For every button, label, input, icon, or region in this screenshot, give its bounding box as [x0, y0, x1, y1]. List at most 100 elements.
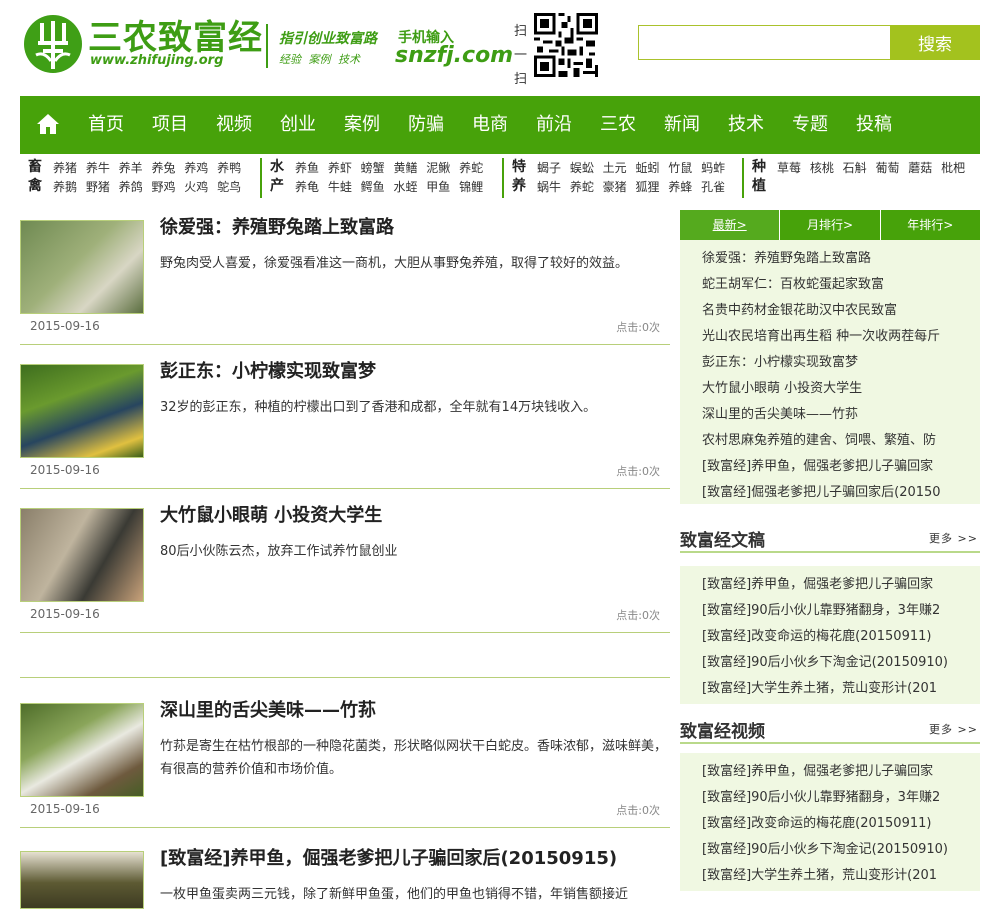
list-item-label[interactable]: [致富经]养甲鱼，倔强老爹把儿子骗回家	[702, 577, 933, 592]
list-item-label[interactable]: [致富经]倔强老爹把儿子骗回家后(20150	[702, 485, 941, 500]
list-item-label[interactable]: [致富经]90后小伙儿靠野猪翻身，3年赚2	[702, 790, 940, 805]
search-button[interactable]: 搜索	[890, 25, 980, 60]
list-item[interactable]: 名贵中药材金银花助汉中农民致富	[702, 299, 964, 318]
nav-item-news[interactable]: 新闻	[664, 113, 700, 137]
nav-item-anti-fraud[interactable]: 防骗	[408, 113, 444, 137]
nav-item-tech[interactable]: 技术	[728, 113, 764, 137]
category-links[interactable]: 养龟 牛蛙 鳄鱼 水蛭 甲鱼 锦鲤	[295, 178, 483, 196]
list-item[interactable]: [致富经]90后小伙乡下淘金记(20150910)	[702, 651, 964, 670]
list-item[interactable]: 农村思麻兔养殖的建舍、饲喂、繁殖、防	[702, 429, 964, 448]
divider	[20, 488, 670, 489]
category-livestock: 畜禽 养猪 养牛 养羊 养兔 养鸡 养鸭 养鹅 野猪 养鸽 野鸡 火鸡 鸵鸟	[20, 158, 260, 198]
list-item[interactable]: 大竹鼠小眼萌 小投资大学生	[702, 377, 964, 396]
more-link-articles[interactable]: 更多 >>	[929, 530, 978, 546]
article-summary: 80后小伙陈云杰，放弃工作试养竹鼠创业	[160, 544, 398, 559]
tab-monthly-rank[interactable]: 月排行>	[779, 210, 880, 240]
nav-item-topics[interactable]: 专题	[792, 113, 828, 137]
article-title[interactable]: 徐爱强：养殖野兔踏上致富路	[160, 213, 394, 239]
more-link-videos[interactable]: 更多 >>	[929, 721, 978, 737]
list-item-label[interactable]: [致富经]养甲鱼，倔强老爹把儿子骗回家	[702, 764, 933, 779]
list-item[interactable]: [致富经]养甲鱼，倔强老爹把儿子骗回家	[702, 573, 964, 592]
category-links[interactable]: 养鹅 野猪 养鸽 野鸡 火鸡 鸵鸟	[53, 178, 241, 196]
article-thumbnail[interactable]	[20, 220, 144, 314]
article-thumbnail[interactable]	[20, 364, 144, 458]
article-summary: 32岁的彭正东，种植的柠檬出口到了香港和成都，全年就有14万块钱收入。	[160, 400, 597, 415]
tab-latest[interactable]: 最新>	[680, 210, 780, 240]
nav-item-home[interactable]: 首页	[88, 113, 124, 137]
nav-item-startup[interactable]: 创业	[280, 113, 316, 137]
list-item[interactable]: [致富经]养甲鱼，倔强老爹把儿子骗回家	[702, 760, 964, 779]
nav-item-submit[interactable]: 投稿	[856, 113, 892, 137]
list-item[interactable]: [致富经]改变命运的梅花鹿(20150911)	[702, 625, 964, 644]
qr-code-icon	[534, 13, 598, 77]
tab-yearly-rank[interactable]: 年排行>	[879, 210, 980, 240]
category-title: 特养	[512, 159, 526, 194]
list-item[interactable]: [致富经]倔强老爹把儿子骗回家后(20150	[702, 481, 964, 500]
mobile-domain[interactable]: snzfj.com	[395, 43, 513, 68]
list-item[interactable]: [致富经]90后小伙儿靠野猪翻身，3年赚2	[702, 786, 964, 805]
category-links[interactable]: 养猪 养牛 养羊 养兔 养鸡 养鸭	[53, 159, 241, 177]
list-item[interactable]: [致富经]90后小伙儿靠野猪翻身，3年赚2	[702, 599, 964, 618]
list-item-label[interactable]: 大竹鼠小眼萌 小投资大学生	[702, 381, 862, 396]
list-item-label[interactable]: 光山农民培育出再生稻 种一次收两茬每斤	[702, 329, 940, 344]
article-title[interactable]: [致富经]养甲鱼，倔强老爹把儿子骗回家后(20150915)	[160, 844, 617, 870]
nav-item-ecommerce[interactable]: 电商	[472, 113, 508, 137]
article-thumbnail[interactable]	[20, 851, 144, 909]
article-thumbnail[interactable]	[20, 508, 144, 602]
site-url: www.zhifujing.org	[90, 53, 224, 68]
list-item-label[interactable]: [致富经]大学生养土猪，荒山变形计(201	[702, 868, 937, 883]
article-thumbnail[interactable]	[20, 703, 144, 797]
videos-list-panel: [致富经]养甲鱼，倔强老爹把儿子骗回家 [致富经]90后小伙儿靠野猪翻身，3年赚…	[680, 753, 980, 891]
article-date: 2015-09-16	[30, 319, 100, 333]
list-item-label[interactable]: [致富经]大学生养土猪，荒山变形计(201	[702, 681, 937, 696]
article-date: 2015-09-16	[30, 607, 100, 621]
slogan-tags: 经验 案例 技术	[279, 53, 360, 66]
list-item-label[interactable]: [致富经]90后小伙儿靠野猪翻身，3年赚2	[702, 603, 940, 618]
article-title[interactable]: 大竹鼠小眼萌 小投资大学生	[160, 501, 382, 527]
list-item[interactable]: 彭正东：小柠檬实现致富梦	[702, 351, 964, 370]
list-item[interactable]: [致富经]大学生养土猪，荒山变形计(201	[702, 864, 964, 883]
list-item-label[interactable]: 彭正东：小柠檬实现致富梦	[702, 355, 858, 370]
list-item[interactable]: [致富经]90后小伙乡下淘金记(20150910)	[702, 838, 964, 857]
list-item-label[interactable]: [致富经]90后小伙乡下淘金记(20150910)	[702, 842, 948, 857]
section-heading-articles: 致富经文稿	[680, 531, 765, 551]
category-links[interactable]: 养鱼 养虾 螃蟹 黄鳝 泥鳅 养蛇	[295, 159, 483, 177]
article-views: 点击:0次	[616, 465, 660, 478]
article-summary: 竹荪是寄生在枯竹根部的一种隐花菌类，形状略似网状干白蛇皮。香味浓郁，滋味鲜美，有…	[160, 739, 668, 777]
nav-item-videos[interactable]: 视频	[216, 113, 252, 137]
nav-item-sannong[interactable]: 三农	[600, 113, 636, 137]
slogan: 指引创业致富路	[279, 31, 377, 47]
list-item-label[interactable]: [致富经]90后小伙乡下淘金记(20150910)	[702, 655, 948, 670]
nav-item-projects[interactable]: 项目	[152, 113, 188, 137]
list-item[interactable]: [致富经]改变命运的梅花鹿(20150911)	[702, 812, 964, 831]
list-item[interactable]: [致富经]养甲鱼，倔强老爹把儿子骗回家	[702, 455, 964, 474]
list-item-label[interactable]: 深山里的舌尖美味——竹荪	[702, 407, 858, 422]
home-icon[interactable]	[36, 113, 60, 135]
list-item[interactable]: 徐爱强：养殖野兔踏上致富路	[702, 247, 964, 266]
list-item[interactable]: 光山农民培育出再生稻 种一次收两茬每斤	[702, 325, 964, 344]
list-item-label[interactable]: 徐爱强：养殖野兔踏上致富路	[702, 251, 871, 266]
site-logo-text[interactable]: 三农致富经	[88, 18, 263, 58]
category-links[interactable]: 蜗牛 养蛇 豪猪 狐狸 养蜂 孔雀	[537, 178, 725, 196]
search-input[interactable]	[638, 25, 890, 60]
divider	[680, 551, 980, 553]
list-item-label[interactable]: [致富经]养甲鱼，倔强老爹把儿子骗回家	[702, 459, 933, 474]
article-title[interactable]: 深山里的舌尖美味——竹荪	[160, 696, 376, 722]
list-item-label[interactable]: 农村思麻兔养殖的建舍、饲喂、繁殖、防	[702, 433, 936, 448]
category-links[interactable]: 蝎子 蜈蚣 土元 蚯蚓 竹鼠 蚂蚱	[537, 159, 725, 177]
list-item-label[interactable]: 名贵中药材金银花助汉中农民致富	[702, 303, 897, 318]
article-title[interactable]: 彭正东：小柠檬实现致富梦	[160, 357, 376, 383]
list-item-label[interactable]: [致富经]改变命运的梅花鹿(20150911)	[702, 629, 931, 644]
nav-item-cases[interactable]: 案例	[344, 113, 380, 137]
list-item[interactable]: 深山里的舌尖美味——竹荪	[702, 403, 964, 422]
wheat-logo-icon[interactable]	[24, 15, 82, 73]
category-links[interactable]: 草莓 核桃 石斛 葡萄 蘑菇 枇杷	[777, 159, 965, 177]
nav-item-frontier[interactable]: 前沿	[536, 113, 572, 137]
scan-label: 扫一扫	[514, 24, 528, 87]
list-item-label[interactable]: [致富经]改变命运的梅花鹿(20150911)	[702, 816, 931, 831]
list-item-label[interactable]: 蛇王胡军仁：百枚蛇蛋起家致富	[702, 277, 884, 292]
divider	[680, 742, 980, 744]
list-item[interactable]: [致富经]大学生养土猪，荒山变形计(201	[702, 677, 964, 696]
article-views: 点击:0次	[616, 609, 660, 622]
list-item[interactable]: 蛇王胡军仁：百枚蛇蛋起家致富	[702, 273, 964, 292]
